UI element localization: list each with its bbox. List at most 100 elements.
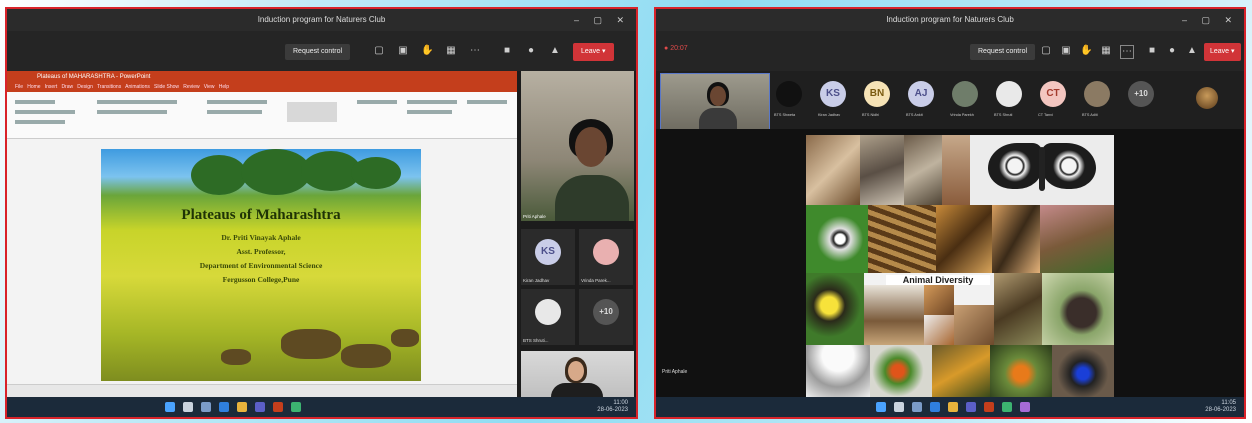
slide-line: Dr. Priti Vinayak Aphale (221, 233, 301, 242)
participant-tile[interactable]: Vrinda Parek... (579, 229, 633, 285)
app-icon[interactable] (291, 402, 301, 412)
recording-indicator: ● 20:07 (664, 45, 688, 52)
raise-hand-icon[interactable]: ✋ (421, 45, 433, 57)
presenter-name: Priti Aphale (523, 214, 546, 219)
people-icon[interactable]: ▣ (1060, 45, 1072, 57)
participant-avatar[interactable] (996, 81, 1022, 107)
ppt-tab: Home (27, 84, 41, 90)
browser-icon[interactable] (930, 402, 940, 412)
shared-screen: Animal Diversity Priti Aphale (656, 129, 1244, 399)
task-view-icon[interactable] (201, 402, 211, 412)
photo-tile (806, 273, 864, 345)
chat-icon[interactable]: ▢ (373, 45, 385, 57)
window-title: Induction program for Naturers Club – ▢ … (7, 9, 636, 31)
participant-name: BTS Shruti... (523, 338, 549, 343)
app-icon[interactable] (1020, 402, 1030, 412)
participant-tile[interactable]: KS Kiran Jadhav (521, 229, 575, 285)
browser-icon[interactable] (219, 402, 229, 412)
camera-icon[interactable]: ■ (501, 45, 513, 57)
request-control-button[interactable]: Request control (970, 44, 1036, 60)
participant-avatar[interactable] (952, 81, 978, 107)
window-controls[interactable]: – ▢ ✕ (574, 9, 630, 31)
more-participants[interactable]: +10 (1128, 81, 1154, 107)
windows-taskbar: 11:00 28-06-2023 (7, 397, 636, 417)
participant-avatar[interactable]: KS (820, 81, 846, 107)
participant-name: BTS Ankit (906, 113, 923, 117)
camera-icon[interactable]: ■ (1146, 45, 1158, 57)
mic-icon[interactable]: ● (525, 45, 537, 57)
windows-taskbar: 11:05 28-06-2023 (656, 397, 1244, 417)
tray-time: 11:00 (613, 400, 628, 406)
participant-name: BTS Shruti (994, 113, 1013, 117)
slide-line: Fergusson College,Pune (222, 275, 300, 284)
slide-canvas[interactable]: Plateaus of Maharashtra Dr. Priti Vinaya… (101, 149, 421, 381)
ppt-tab: Help (218, 84, 230, 90)
mic-icon[interactable]: ● (1166, 45, 1178, 57)
search-icon[interactable] (894, 402, 904, 412)
photo-tile (868, 205, 936, 273)
share-icon[interactable]: ▲ (1186, 45, 1198, 57)
ppt-tab: Slide Show (154, 84, 180, 90)
tray-time: 11:05 (1221, 400, 1236, 406)
presenter-video[interactable]: Priti Aphale (521, 71, 634, 221)
start-icon[interactable] (876, 402, 886, 412)
participant-avatar[interactable]: BN (864, 81, 890, 107)
participant-avatar[interactable]: CT (1040, 81, 1066, 107)
task-view-icon[interactable] (912, 402, 922, 412)
participant-avatar[interactable] (776, 81, 802, 107)
search-icon[interactable] (183, 402, 193, 412)
window-controls[interactable]: – ▢ ✕ (1182, 9, 1238, 31)
participant-name: BTS Nidhi (862, 113, 880, 117)
photo-tile (864, 285, 924, 345)
raise-hand-icon[interactable]: ✋ (1080, 45, 1092, 57)
photo-tile (942, 135, 970, 205)
more-icon[interactable]: ⋯ (1120, 45, 1134, 59)
meeting-toolbar: ● 20:07 Request control ▢ ▣ ✋ ▦ ⋯ ■ ● ▲ … (656, 31, 1244, 71)
powerpoint-icon[interactable] (273, 402, 283, 412)
participant-avatar[interactable] (1196, 87, 1218, 109)
explorer-icon[interactable] (237, 402, 247, 412)
photo-tile (936, 205, 992, 273)
participant-tile[interactable]: BTS Shruti... (521, 289, 575, 345)
slide-line: Department of Environmental Science (199, 261, 323, 270)
photo-tile (806, 205, 868, 273)
slide-line: Asst. Professor, (236, 247, 286, 256)
more-participants-tile[interactable]: +10 (579, 289, 633, 345)
presenter-video[interactable] (660, 73, 770, 131)
avatar (593, 239, 619, 265)
ppt-ribbon-tabs[interactable]: File Home Insert Draw Design Transitions… (7, 83, 517, 92)
leave-button[interactable]: Leave ▾ (573, 43, 614, 61)
ppt-tab: Insert (44, 84, 58, 90)
people-icon[interactable]: ▣ (397, 45, 409, 57)
chat-icon[interactable]: ▢ (1040, 45, 1052, 57)
request-control-button[interactable]: Request control (285, 44, 351, 60)
meeting-toolbar: Request control ▢ ▣ ✋ ▦ ⋯ ■ ● ▲ Leave ▾ (7, 31, 636, 71)
apps-icon[interactable]: ▦ (445, 45, 457, 57)
window-title: Induction program for Naturers Club – ▢ … (656, 9, 1244, 31)
more-icon[interactable]: ⋯ (469, 45, 481, 57)
leave-button[interactable]: Leave ▾ (1204, 43, 1241, 61)
animal-collage: Animal Diversity (806, 135, 1114, 397)
ppt-tab: Draw (61, 84, 74, 90)
start-icon[interactable] (165, 402, 175, 412)
participant-avatar[interactable] (1084, 81, 1110, 107)
teams-window-right: Induction program for Naturers Club – ▢ … (654, 7, 1246, 419)
photo-tile (1042, 273, 1114, 345)
share-icon[interactable]: ▲ (549, 45, 561, 57)
teams-icon[interactable] (966, 402, 976, 412)
tray-date: 28-06-2023 (1205, 407, 1236, 413)
ppt-title-bar: Plateaus of MAHARASHTRA - PowerPoint (7, 71, 517, 83)
participant-video[interactable] (521, 351, 634, 399)
photo-tile (994, 273, 1042, 345)
teams-icon[interactable] (255, 402, 265, 412)
participant-name: Kiran Jadhav (818, 113, 841, 117)
powerpoint-icon[interactable] (984, 402, 994, 412)
participant-name: Vrinda Parekh (950, 113, 974, 117)
collage-title: Animal Diversity (886, 275, 990, 285)
photo-tile (990, 345, 1052, 397)
explorer-icon[interactable] (948, 402, 958, 412)
app-icon[interactable] (1002, 402, 1012, 412)
participant-avatar[interactable]: AJ (908, 81, 934, 107)
apps-icon[interactable]: ▦ (1100, 45, 1112, 57)
ppt-ribbon[interactable] (7, 92, 517, 139)
